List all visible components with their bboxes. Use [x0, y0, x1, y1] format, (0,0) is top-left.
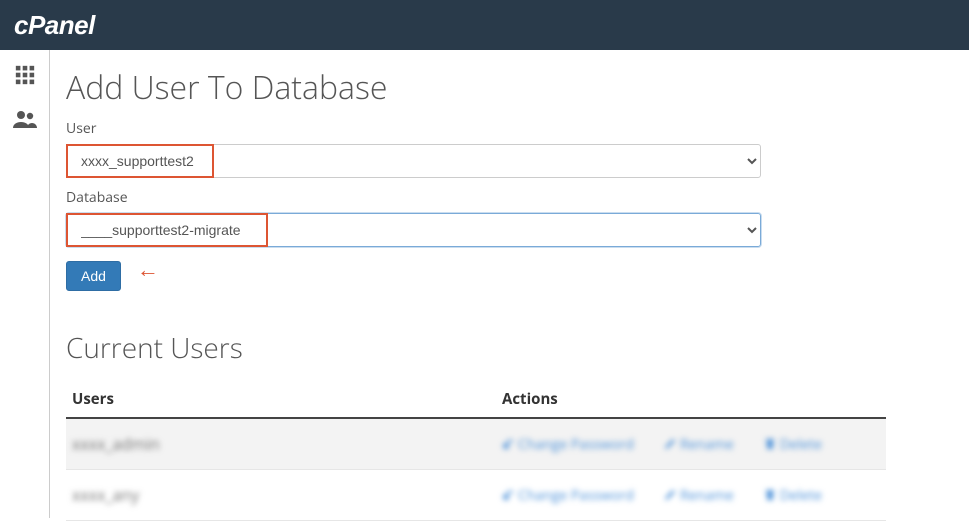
page-title: Add User To Database — [66, 66, 945, 109]
change-password-link[interactable]: Change Password — [502, 435, 634, 454]
user-cell: xxxx_admin — [72, 433, 502, 455]
key-icon — [502, 489, 514, 501]
table-header-row: Users Actions — [66, 381, 886, 419]
grid-icon — [14, 64, 36, 86]
sidebar-users[interactable] — [5, 104, 45, 134]
delete-link[interactable]: Delete — [764, 435, 822, 454]
pencil-icon — [664, 489, 676, 501]
add-button[interactable]: Add — [66, 261, 121, 291]
users-icon — [12, 109, 38, 129]
key-icon — [502, 438, 514, 450]
pencil-icon — [664, 438, 676, 450]
arrow-annotation: ← — [137, 254, 159, 284]
rename-link[interactable]: Rename — [664, 435, 734, 454]
current-users-title: Current Users — [66, 329, 945, 367]
user-select[interactable]: xxxx_supporttest2 — [66, 144, 761, 178]
database-select-wrap: ____supporttest2-migrate — [66, 213, 761, 247]
col-header-actions: Actions — [502, 389, 880, 409]
trash-icon — [764, 489, 776, 501]
sidebar-apps-grid[interactable] — [5, 60, 45, 90]
database-select[interactable]: ____supporttest2-migrate — [66, 213, 761, 247]
table-row: xxxx_any Change Password Rename Delete — [66, 470, 886, 521]
delete-link[interactable]: Delete — [764, 486, 822, 505]
actions-cell: Change Password Rename Delete — [502, 435, 880, 454]
users-table: Users Actions xxxx_admin Change Password… — [66, 381, 886, 521]
table-row: xxxx_admin Change Password Rename Delete — [66, 419, 886, 470]
rename-link[interactable]: Rename — [664, 486, 734, 505]
actions-cell: Change Password Rename Delete — [502, 486, 880, 505]
main-content: Add User To Database User xxxx_supportte… — [50, 50, 969, 521]
user-label: User — [66, 119, 945, 138]
left-sidebar — [0, 50, 50, 518]
top-header: cPanel — [0, 0, 969, 50]
database-label: Database — [66, 188, 945, 207]
user-select-wrap: xxxx_supporttest2 — [66, 144, 761, 178]
col-header-users: Users — [72, 389, 502, 409]
user-cell: xxxx_any — [72, 484, 502, 506]
cpanel-logo: cPanel — [14, 10, 95, 41]
change-password-link[interactable]: Change Password — [502, 486, 634, 505]
trash-icon — [764, 438, 776, 450]
